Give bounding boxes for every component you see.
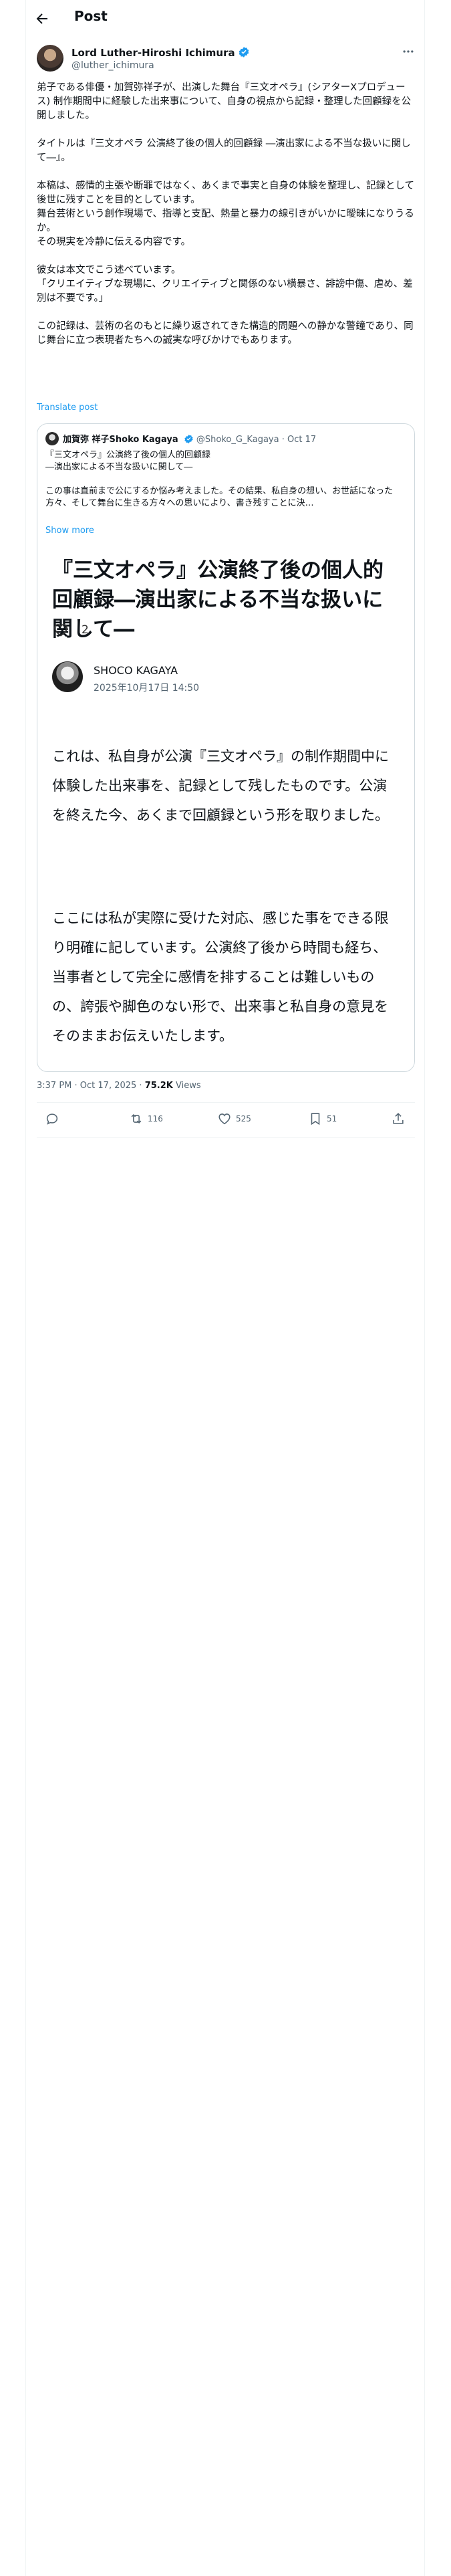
divider — [37, 1137, 415, 1138]
quoted-author: 加賀弥 祥子Shoko Kagaya @Shoko_G_Kagaya · Oct… — [63, 432, 316, 445]
translate-post-link[interactable]: Translate post — [37, 403, 98, 413]
action-bar: 116 525 51 — [37, 1106, 415, 1133]
page-header: Post — [26, 0, 426, 37]
repost-count: 116 — [148, 1114, 163, 1123]
separator-dot: · — [279, 435, 287, 445]
share-icon — [393, 1113, 404, 1124]
quoted-post[interactable]: 加賀弥 祥子Shoko Kagaya @Shoko_G_Kagaya · Oct… — [37, 423, 415, 1072]
bookmark-count: 51 — [327, 1114, 337, 1123]
article-title: 『三文オペラ』公演終了後の個人的回顧録―演出家による不当な扱いに関して― — [52, 558, 384, 641]
divider — [37, 1102, 415, 1103]
more-options-icon[interactable] — [402, 45, 415, 58]
quoted-date[interactable]: Oct 17 — [287, 435, 316, 445]
like-count: 525 — [236, 1114, 251, 1123]
bookmark-icon — [311, 1113, 320, 1125]
heart-icon — [54, 624, 67, 637]
post-timestamp: 3:37 PM · Oct 17, 2025 · 75.2K Views — [37, 1081, 201, 1091]
post-text: 弟子である俳優・加賀弥祥子が、出演した舞台『三文オペラ』(シアターXプロデュース… — [37, 82, 415, 346]
post-date[interactable]: Oct 17, 2025 — [80, 1081, 137, 1091]
post-author: Lord Luther-Hiroshi Ichimura @luther_ich… — [37, 45, 415, 74]
article-date: 2025年10月17日 14:50 — [94, 683, 200, 693]
heart-icon — [218, 1113, 231, 1125]
article-like-count: 2 — [82, 623, 89, 637]
verified-badge-icon — [184, 434, 193, 444]
avatar[interactable] — [37, 45, 63, 72]
verified-badge-icon — [239, 47, 249, 58]
article-author-avatar[interactable] — [52, 661, 83, 692]
author-name[interactable]: Lord Luther-Hiroshi Ichimura — [71, 46, 250, 59]
quoted-avatar[interactable] — [45, 432, 59, 445]
timeline-column: Post Lord Luther-Hiroshi Ichimura @luthe… — [25, 0, 425, 2576]
arrow-left-icon[interactable] — [34, 11, 50, 27]
views-label: Views — [176, 1081, 201, 1091]
article-paragraph: これは、私自身が公演『三文オペラ』の制作期間中に体験した出来事を、記録として残し… — [52, 748, 389, 823]
post-time[interactable]: 3:37 PM — [37, 1081, 71, 1091]
quoted-author-handle[interactable]: @Shoko_G_Kagaya — [196, 435, 279, 445]
reply-icon — [46, 1113, 58, 1125]
show-more-link[interactable]: Show more — [45, 526, 94, 536]
article-paragraph: ここには私が実際に受けた対応、感じた事をできる限り明確に記しています。公演終了後… — [52, 910, 389, 1044]
author-handle[interactable]: @luther_ichimura — [71, 60, 154, 71]
views-count: 75.2K — [144, 1081, 173, 1091]
quoted-text: 『三文オペラ』公演終了後の個人的回顧録 ―演出家による不当な扱いに関して― この… — [45, 450, 394, 508]
quoted-author-name[interactable]: 加賀弥 祥子Shoko Kagaya — [63, 435, 178, 445]
page-title: Post — [74, 8, 108, 24]
author-name-text[interactable]: Lord Luther-Hiroshi Ichimura — [71, 47, 235, 59]
repost-icon — [131, 1113, 142, 1124]
article-author-name[interactable]: SHOCO KAGAYA — [94, 664, 178, 677]
